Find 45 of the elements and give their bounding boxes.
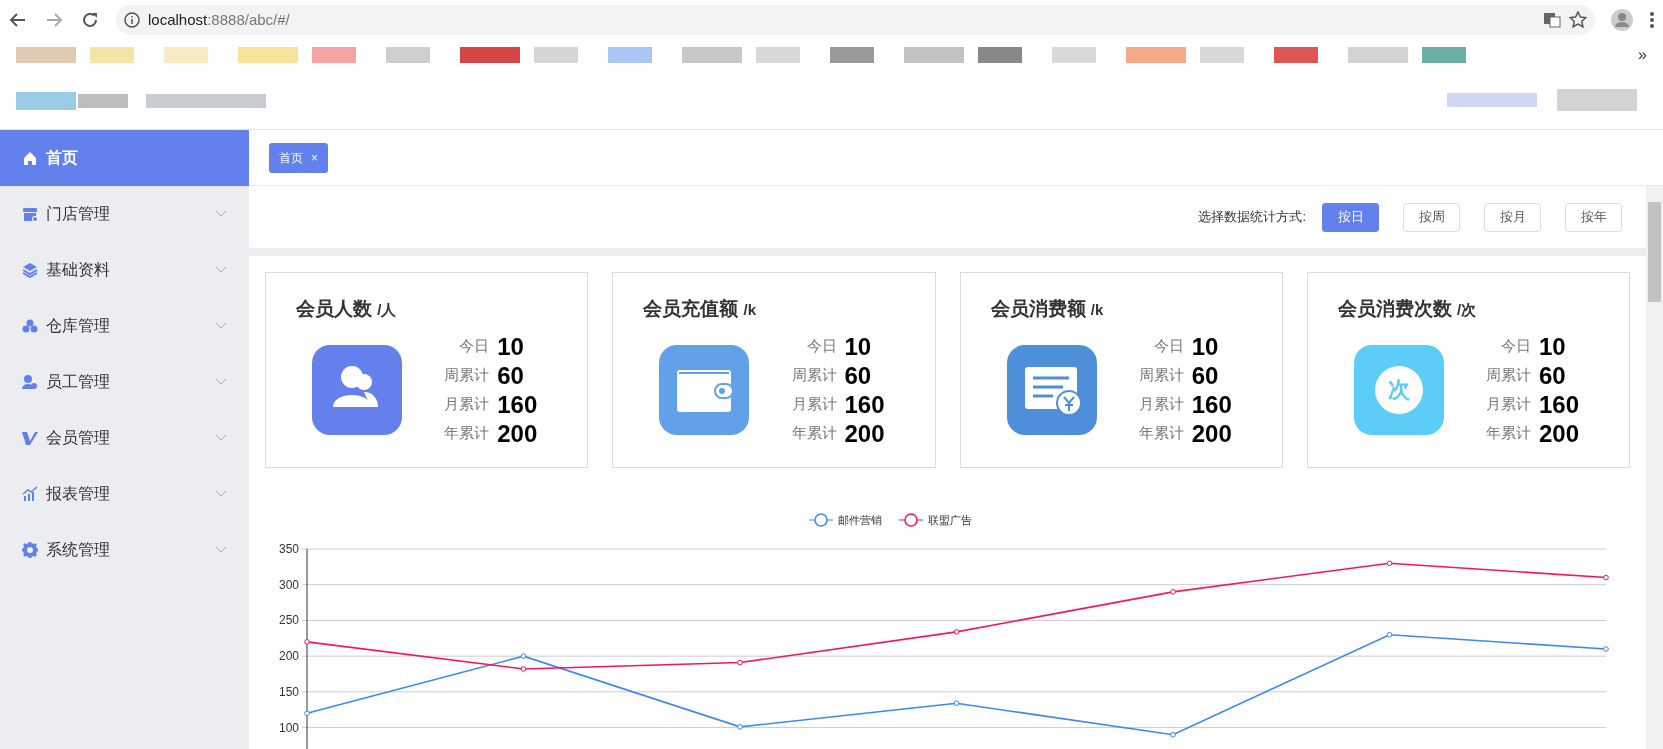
url-text: localhost:8888/abc/#/ [148,9,290,30]
stat-value: 200 [1539,418,1581,448]
stat-value: 160 [1191,389,1233,419]
stat-label: 月累计 [790,393,837,414]
stat-value: 10 [1191,331,1220,361]
stat-label: 今日 [458,335,490,356]
axis-label: 150 [278,684,299,699]
axis-label: 300 [278,577,299,592]
stat-value: 60 [1191,360,1220,390]
card-title: 会员人数 /人 [296,297,398,321]
card-title: 会员充值额 /k [643,297,758,321]
stat-label: 今日 [1500,335,1531,356]
stat-label: 月累计 [1485,393,1531,414]
axis-label: 100 [278,720,299,735]
stat-value: 160 [844,389,886,419]
stat-value: 60 [844,360,873,390]
stat-value: 60 [1539,360,1567,390]
stat-label: 今日 [805,335,837,356]
card-title: 会员消费额 /k [990,297,1105,321]
stat-value: 200 [497,418,539,448]
stat-value: 160 [1539,389,1581,419]
stat-value: 200 [844,418,886,448]
stat-label: 年累计 [443,422,490,443]
stat-value: 60 [497,360,525,390]
stat-value: 10 [1539,331,1567,361]
stat-label: 周累计 [790,364,837,385]
count-icon: 次 [1353,344,1444,435]
card-title: 会员消费次数 /次 [1337,297,1478,321]
stat-label: 今日 [1152,335,1184,356]
stat-value: 10 [844,331,873,361]
stat-label: 月累计 [1137,393,1184,414]
stat-value: 10 [497,331,525,361]
stat-label: 周累计 [1137,364,1184,385]
axis-label: 250 [278,613,299,628]
stat-label: 年累计 [1485,422,1531,443]
stat-value: 160 [497,389,539,419]
stat-label: 月累计 [443,393,490,414]
stat-label: 周累计 [443,364,490,385]
stat-value: 200 [1191,418,1233,448]
stat-label: 周累计 [1485,364,1531,385]
axis-label: 350 [278,542,299,556]
axis-label: 200 [278,649,299,664]
filter-label: 选择数据统计方式: [1198,208,1306,227]
stat-label: 年累计 [790,422,837,443]
stat-label: 年累计 [1137,422,1184,443]
